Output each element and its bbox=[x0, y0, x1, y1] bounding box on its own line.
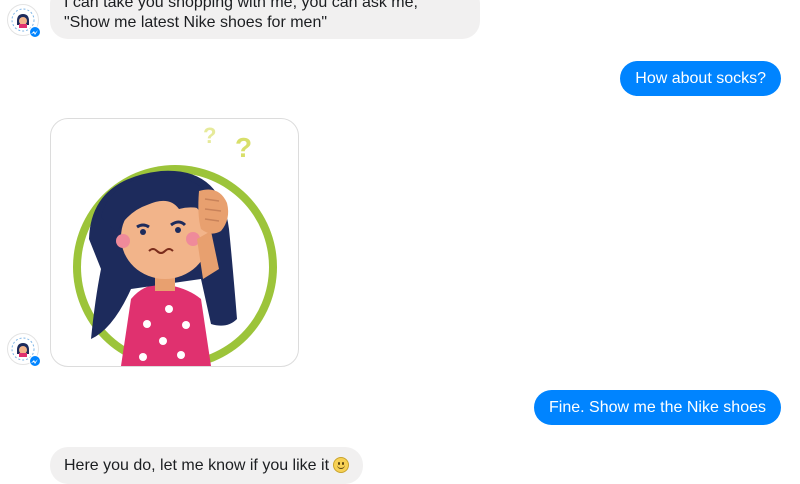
outgoing-message-1[interactable]: How about socks? bbox=[620, 61, 781, 96]
bot-avatar[interactable] bbox=[7, 333, 41, 367]
svg-text:?: ? bbox=[203, 123, 216, 148]
outgoing-message-2[interactable]: Fine. Show me the Nike shoes bbox=[534, 390, 781, 425]
messenger-badge-icon bbox=[29, 355, 41, 367]
smiley-emoji-icon bbox=[333, 457, 350, 473]
message-text: Fine. Show me the Nike shoes bbox=[549, 399, 766, 416]
sticker-message[interactable]: ? ? bbox=[50, 118, 299, 367]
messenger-badge-icon bbox=[29, 26, 41, 38]
chat-thread: I can take you shopping with me, you can… bbox=[0, 0, 800, 484]
confused-girl-sticker: ? ? bbox=[73, 123, 277, 366]
message-text: How about socks? bbox=[635, 70, 766, 87]
bot-avatar[interactable] bbox=[7, 4, 41, 38]
message-line: "Show me latest Nike shoes for men" bbox=[64, 14, 328, 31]
incoming-message-1[interactable]: I can take you shopping with me, you can… bbox=[50, 0, 480, 39]
message-line: I can take you shopping with me, you can… bbox=[64, 0, 418, 11]
incoming-message-3[interactable]: Here you do, let me know if you like it bbox=[50, 447, 364, 484]
message-text: Here you do, let me know if you like it bbox=[64, 457, 330, 474]
svg-text:?: ? bbox=[235, 132, 252, 163]
